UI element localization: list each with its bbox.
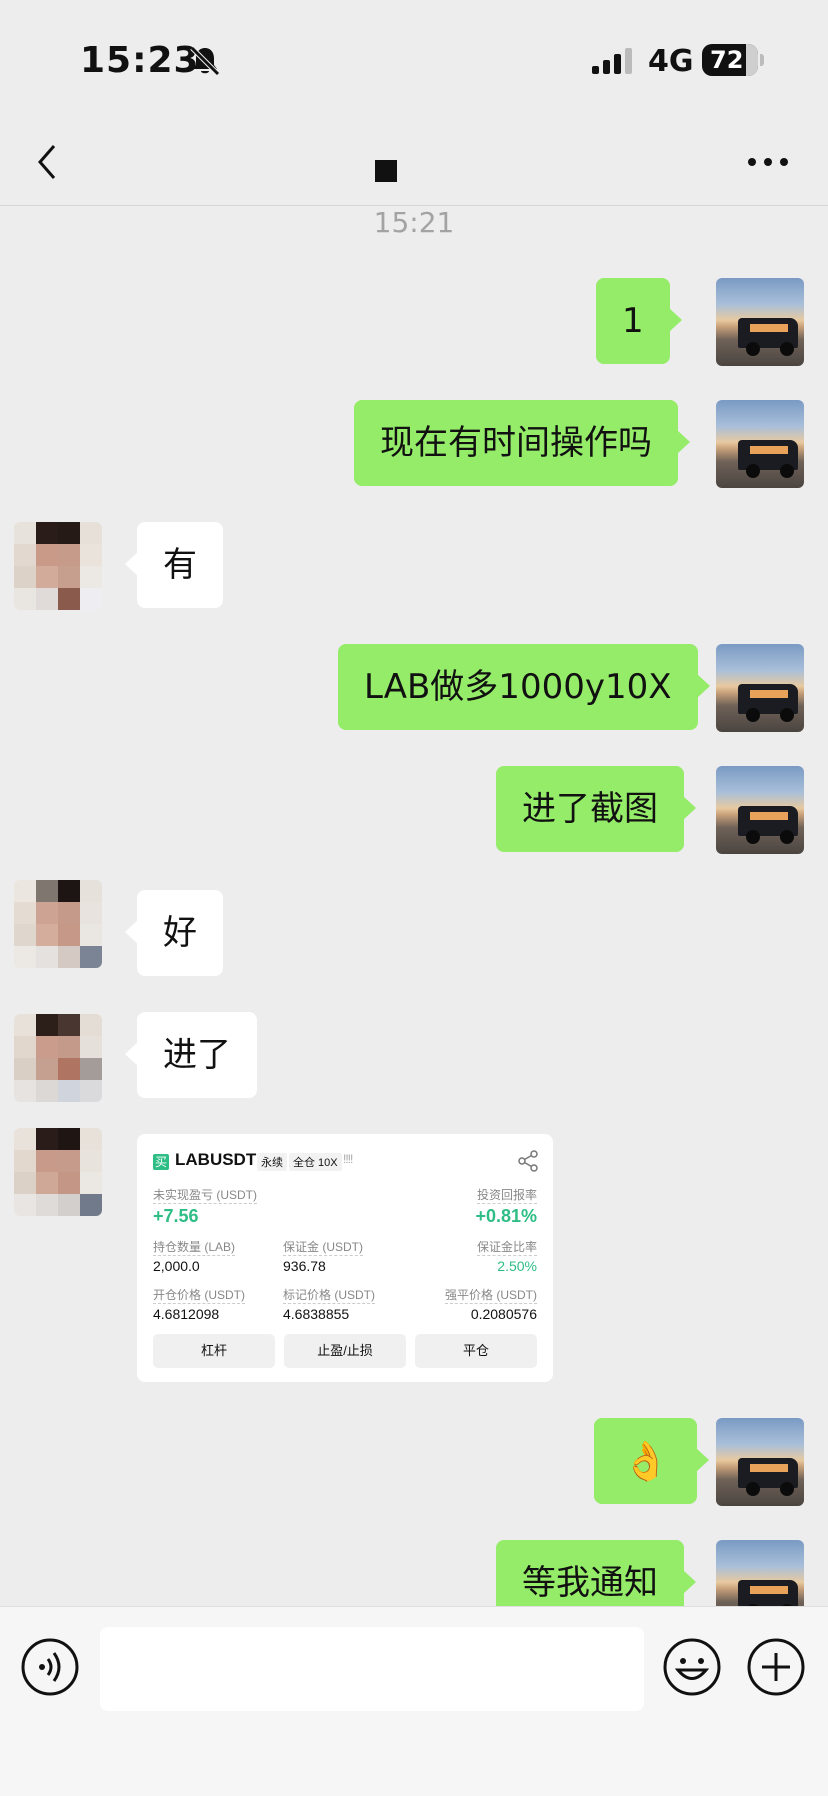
battery-cap (760, 54, 764, 66)
my-avatar[interactable] (716, 1418, 804, 1506)
roi-label: 投资回报率 (476, 1188, 537, 1204)
contact-avatar[interactable] (14, 1014, 102, 1102)
contact-avatar[interactable] (14, 880, 102, 968)
margin-ratio-value: 2.50% (497, 1258, 537, 1274)
message-bubble-sent[interactable]: 1 (596, 278, 682, 364)
status-bar: 15:23 4G 72 (0, 0, 828, 120)
voice-icon[interactable] (20, 1637, 80, 1697)
tp-sl-button[interactable]: 止盈/止损 (284, 1334, 406, 1368)
battery-level: 72 (710, 46, 744, 74)
signal-icon (592, 48, 632, 74)
liquidation-price-value: 0.2080576 (470, 1306, 537, 1322)
message-bubble-sent[interactable]: 现在有时间操作吗 (354, 400, 690, 486)
trade-symbol: LABUSDT (175, 1150, 257, 1169)
buy-tag: 买 (153, 1154, 169, 1170)
contact-avatar[interactable] (14, 1128, 102, 1216)
more-dots-icon[interactable] (746, 156, 790, 168)
message-timestamp: 15:21 (373, 206, 455, 239)
share-icon (518, 1150, 538, 1172)
chat-title (375, 160, 397, 182)
contact-avatar[interactable] (14, 522, 102, 610)
message-bubble-received[interactable]: 好 (125, 890, 223, 976)
margin-value: 936.78 (283, 1258, 326, 1274)
message-bubble-sent[interactable]: LAB做多1000y10X (338, 644, 710, 730)
status-time: 15:23 (80, 40, 200, 81)
margin-label: 保证金 (USDT) (283, 1240, 363, 1256)
message-bubble-sent[interactable]: 👌 (594, 1418, 710, 1504)
perpetual-tag: 永续 (257, 1153, 287, 1171)
leverage-button[interactable]: 杠杆 (153, 1334, 275, 1368)
chat-navbar (0, 120, 828, 206)
my-avatar[interactable] (716, 278, 804, 366)
liquidation-price-label: 强平价格 (USDT) (445, 1288, 537, 1304)
position-size-label: 持仓数量 (LAB) (153, 1240, 236, 1256)
margin-mode-tag: 全仓 10X (289, 1153, 342, 1171)
back-chevron-icon[interactable] (30, 140, 66, 184)
emoji-icon[interactable] (662, 1637, 722, 1697)
mark-price-value: 4.6838855 (283, 1306, 350, 1322)
my-avatar[interactable] (716, 644, 804, 732)
adl-indicator: !!!! (343, 1152, 353, 1166)
message-bubble-sent[interactable]: 进了截图 (496, 766, 696, 852)
bell-slash-icon (190, 46, 220, 76)
plus-icon[interactable] (746, 1637, 806, 1697)
margin-ratio-label: 保证金比率 (476, 1240, 537, 1256)
my-avatar[interactable] (716, 400, 804, 488)
my-avatar[interactable] (716, 766, 804, 854)
message-bubble-received[interactable]: 进了 (125, 1012, 257, 1098)
unrealized-pnl-value: +7.56 (153, 1206, 199, 1226)
entry-price-label: 开仓价格 (USDT) (153, 1288, 245, 1304)
trade-screenshot-card[interactable]: 买 LABUSDT 永续 全仓 10X !!!! 未实现盈亏 (USDT) +7… (137, 1134, 553, 1382)
close-position-button[interactable]: 平仓 (415, 1334, 537, 1368)
unrealized-pnl-label: 未实现盈亏 (USDT) (153, 1188, 257, 1204)
roi-value: +0.81% (475, 1206, 537, 1226)
message-input[interactable] (100, 1627, 644, 1711)
chat-input-bar (0, 1606, 828, 1796)
network-type: 4G (648, 44, 694, 79)
position-size-value: 2,000.0 (153, 1258, 200, 1274)
message-bubble-received[interactable]: 有 (125, 522, 223, 608)
entry-price-value: 4.6812098 (153, 1306, 220, 1322)
mark-price-label: 标记价格 (USDT) (283, 1288, 375, 1304)
battery-indicator: 72 (702, 44, 758, 76)
